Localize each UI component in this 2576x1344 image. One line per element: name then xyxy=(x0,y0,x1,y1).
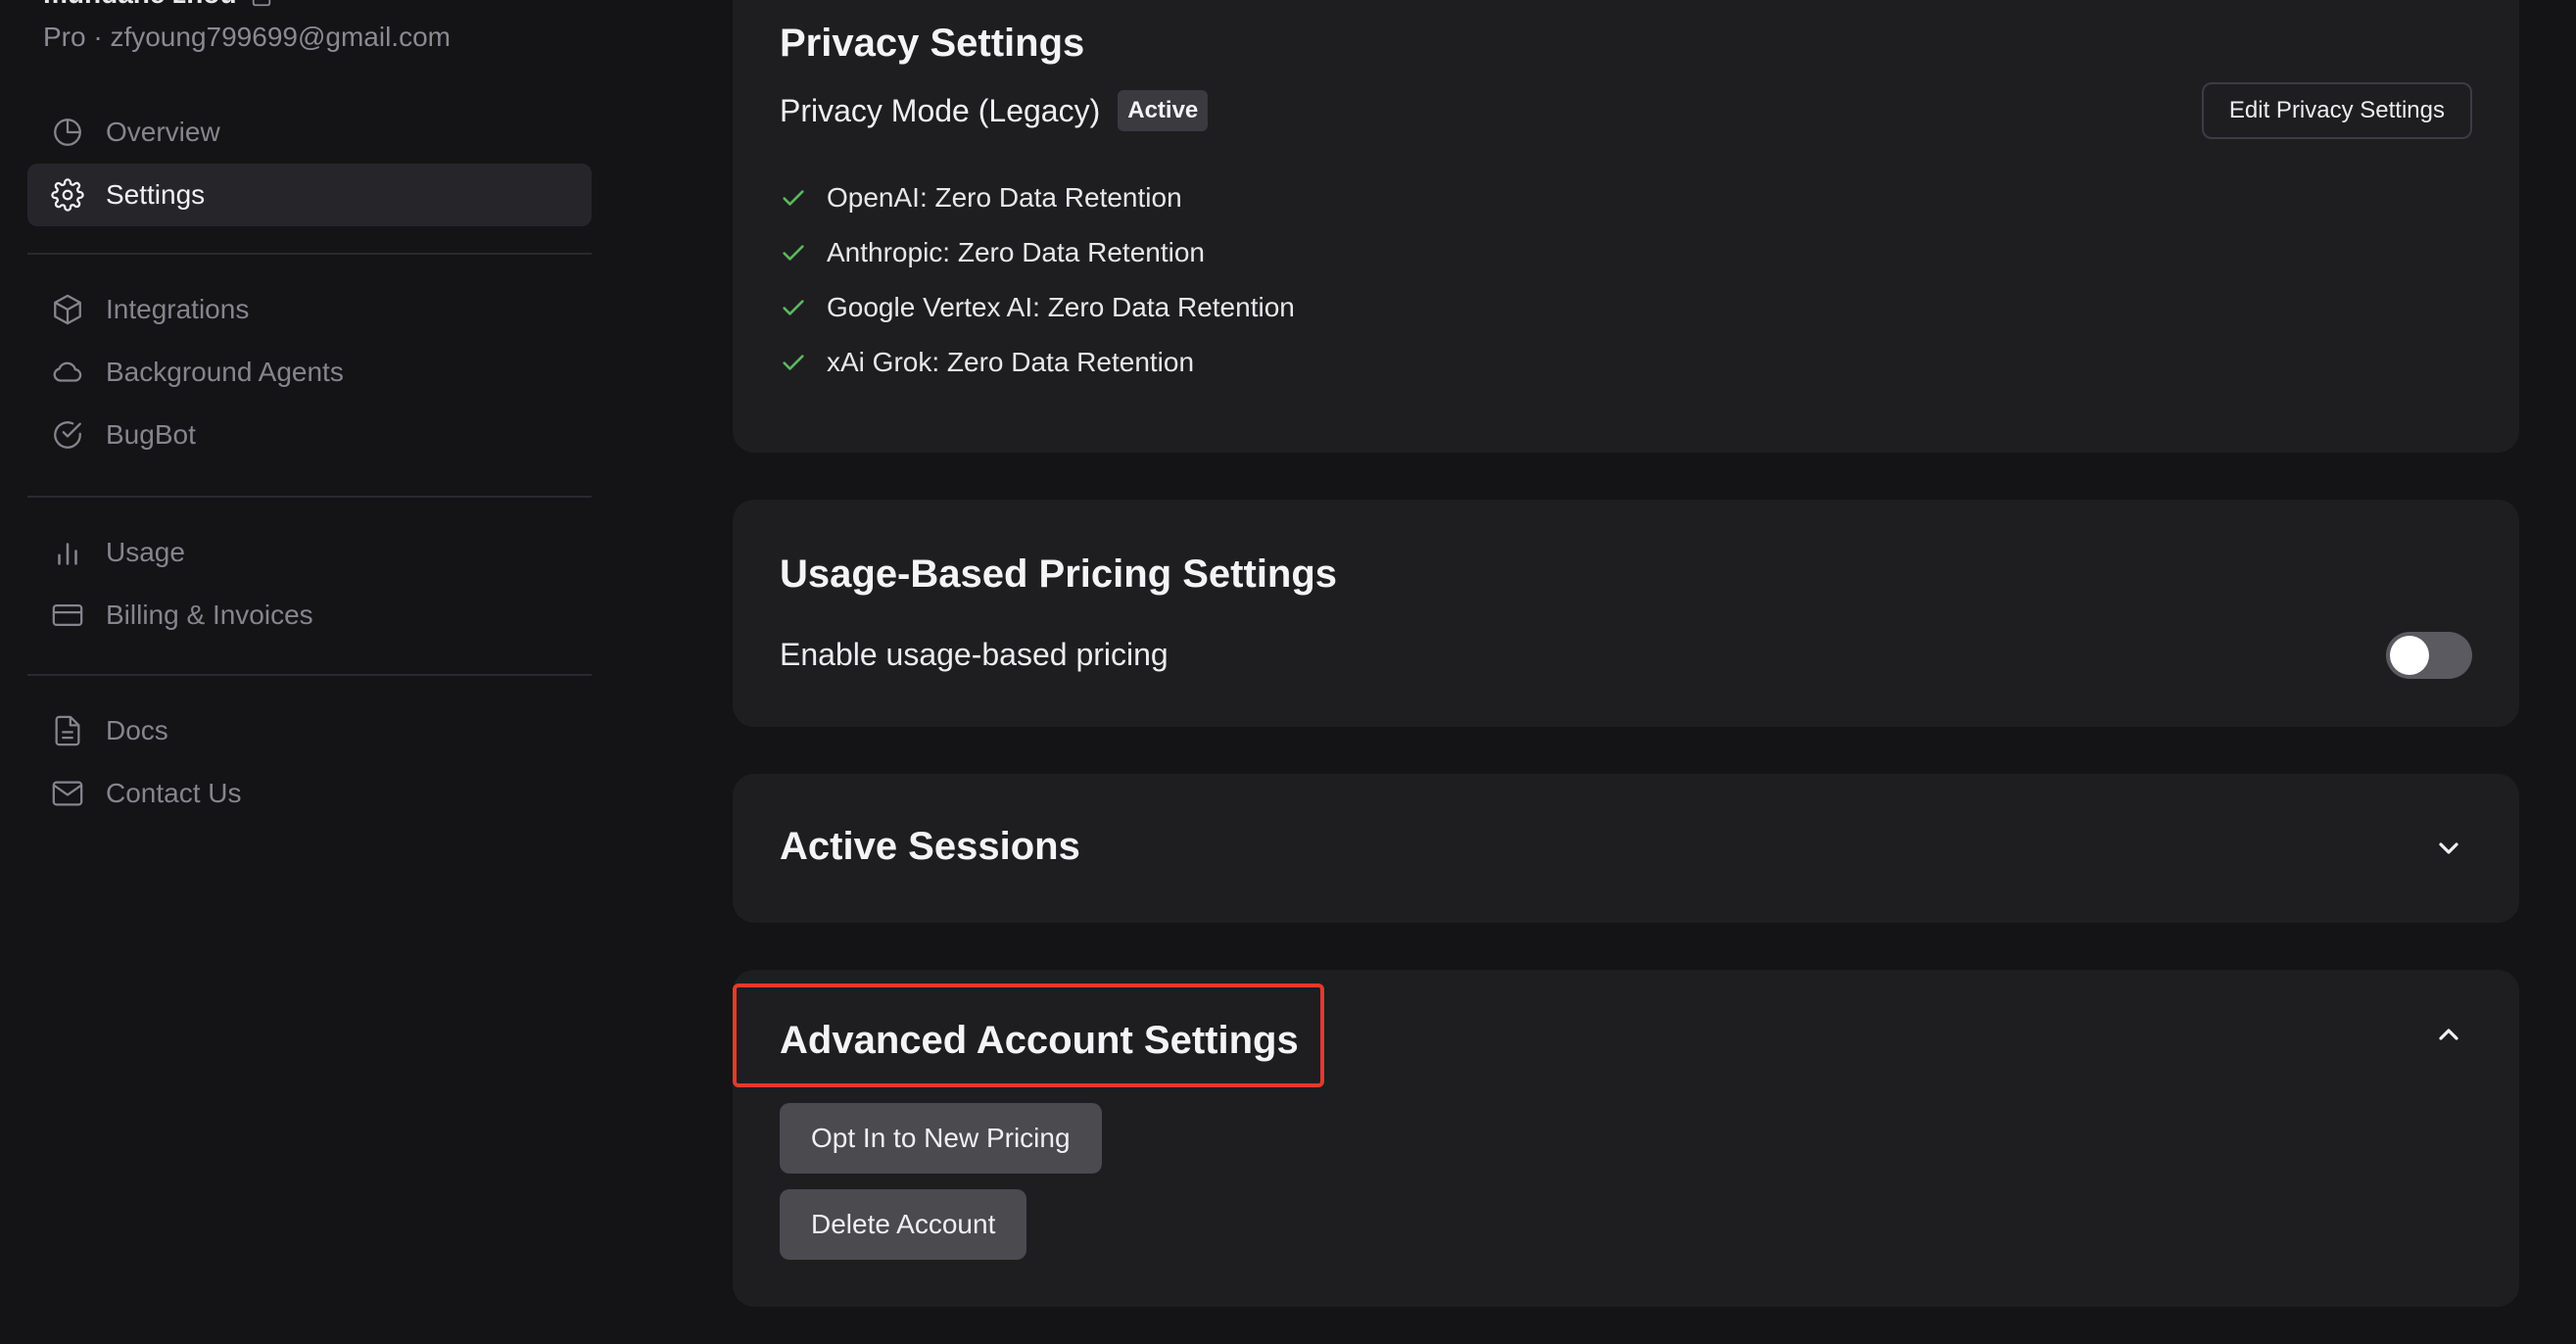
sidebar-item-settings[interactable]: Settings xyxy=(27,164,592,226)
cube-icon xyxy=(51,293,84,326)
sidebar-item-bugbot[interactable]: BugBot xyxy=(27,404,592,466)
card-title: Active Sessions xyxy=(780,825,1080,868)
sidebar-item-label: Overview xyxy=(106,117,220,147)
sidebar-item-label: Background Agents xyxy=(106,357,344,387)
sidebar-item-label: Contact Us xyxy=(106,778,242,808)
sidebar-item-docs[interactable]: Docs xyxy=(27,699,592,762)
nav-group-main: Overview Settings xyxy=(27,101,592,226)
retention-text: OpenAI: Zero Data Retention xyxy=(827,182,1182,213)
sidebar-item-label: BugBot xyxy=(106,419,196,450)
nav-group-help: Docs Contact Us xyxy=(27,699,592,825)
sidebar-item-label: Settings xyxy=(106,179,206,210)
dashboard-page: mundane zhou Pro · zfyoung799699@gmail.c… xyxy=(0,0,2576,1344)
edit-icon[interactable] xyxy=(251,0,272,7)
sidebar-item-label: Docs xyxy=(106,715,168,745)
sidebar-divider xyxy=(27,674,592,676)
retention-text: Google Vertex AI: Zero Data Retention xyxy=(827,292,1295,322)
bar-chart-icon xyxy=(51,536,84,569)
sidebar-item-usage[interactable]: Usage xyxy=(27,521,592,584)
nav-group-billing: Usage Billing & Invoices xyxy=(27,521,592,647)
list-item: Anthropic: Zero Data Retention xyxy=(780,225,1295,280)
privacy-mode-row: Privacy Mode (Legacy) Active xyxy=(780,90,1209,131)
cloud-icon xyxy=(51,356,84,389)
chevron-down-icon[interactable] xyxy=(2433,833,2464,864)
card-title: Privacy Settings xyxy=(780,22,1085,65)
nav-group-agents: Integrations Background Agents BugBot xyxy=(27,278,592,466)
card-title[interactable]: Advanced Account Settings xyxy=(780,1019,1299,1063)
retention-text: xAi Grok: Zero Data Retention xyxy=(827,347,1195,377)
status-badge: Active xyxy=(1118,90,1209,131)
sidebar-item-background-agents[interactable]: Background Agents xyxy=(27,341,592,404)
document-icon xyxy=(51,714,84,747)
sidebar-divider xyxy=(27,253,592,255)
toggle-knob xyxy=(2390,636,2429,675)
sidebar-divider xyxy=(27,496,592,498)
sidebar-item-billing[interactable]: Billing & Invoices xyxy=(27,584,592,647)
usage-pricing-label: Enable usage-based pricing xyxy=(780,637,1169,672)
check-circle-icon xyxy=(51,418,84,452)
credit-card-icon xyxy=(51,599,84,632)
mail-icon xyxy=(51,777,84,810)
privacy-settings-card: Privacy Settings Privacy Mode (Legacy) A… xyxy=(733,0,2519,453)
list-item: Google Vertex AI: Zero Data Retention xyxy=(780,280,1295,335)
retention-list: OpenAI: Zero Data Retention Anthropic: Z… xyxy=(780,170,1295,390)
pie-chart-icon xyxy=(51,116,84,149)
list-item: xAi Grok: Zero Data Retention xyxy=(780,335,1295,390)
check-icon xyxy=(780,239,807,266)
advanced-account-settings-card: Advanced Account Settings Opt In to New … xyxy=(733,970,2519,1307)
sidebar-item-integrations[interactable]: Integrations xyxy=(27,278,592,341)
check-icon xyxy=(780,294,807,321)
delete-account-button[interactable]: Delete Account xyxy=(780,1189,1027,1260)
active-sessions-card[interactable]: Active Sessions xyxy=(733,774,2519,923)
gear-icon xyxy=(51,178,84,212)
usage-pricing-toggle[interactable] xyxy=(2386,632,2472,679)
user-name-row: mundane zhou xyxy=(43,0,272,10)
sidebar-item-label: Billing & Invoices xyxy=(106,600,313,630)
sidebar-item-overview[interactable]: Overview xyxy=(27,101,592,164)
list-item: OpenAI: Zero Data Retention xyxy=(780,170,1295,225)
sidebar-item-label: Integrations xyxy=(106,294,250,324)
usage-pricing-card: Usage-Based Pricing Settings Enable usag… xyxy=(733,500,2519,727)
card-title: Usage-Based Pricing Settings xyxy=(780,552,1338,596)
check-icon xyxy=(780,184,807,212)
sidebar-item-label: Usage xyxy=(106,537,185,567)
user-plan-email: Pro · zfyoung799699@gmail.com xyxy=(43,22,451,52)
opt-in-new-pricing-button[interactable]: Opt In to New Pricing xyxy=(780,1103,1102,1174)
sidebar: mundane zhou Pro · zfyoung799699@gmail.c… xyxy=(0,0,607,1344)
sidebar-item-contact-us[interactable]: Contact Us xyxy=(27,762,592,825)
user-name: mundane zhou xyxy=(43,0,237,10)
edit-privacy-settings-button[interactable]: Edit Privacy Settings xyxy=(2201,82,2472,139)
check-icon xyxy=(780,349,807,376)
privacy-mode-label: Privacy Mode (Legacy) xyxy=(780,92,1101,128)
chevron-up-icon[interactable] xyxy=(2433,1019,2464,1050)
retention-text: Anthropic: Zero Data Retention xyxy=(827,237,1205,267)
